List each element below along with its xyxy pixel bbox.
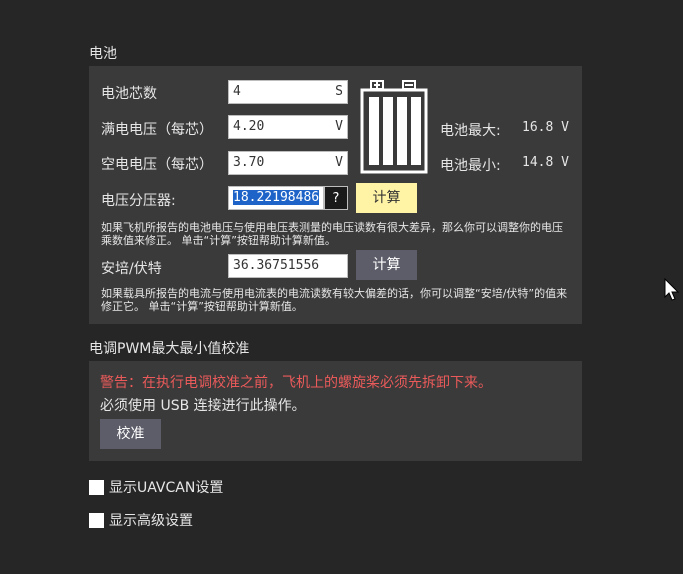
amps-note: 如果载具所报告的电流与使用电流表的电流读数有较大偏差的话，你可以调整“安培/伏特…	[101, 287, 568, 313]
calibrate-button[interactable]: 校准	[100, 419, 161, 449]
mouse-cursor-icon	[664, 277, 680, 302]
cells-unit: S	[335, 84, 343, 99]
battery-icon	[359, 78, 429, 178]
divider-note: 如果飞机所报告的电池电压与使用电压表测量的电压读数有很大差异，那么你可以调整你的…	[101, 221, 563, 247]
cells-label: 电池芯数	[101, 86, 157, 102]
battery-section-title: 电池	[89, 46, 117, 62]
advanced-label: 显示高级设置	[109, 513, 193, 529]
esc-warning: 警告：在执行电调校准之前，飞机上的螺旋桨必须先拆卸下来。	[100, 375, 492, 391]
battery-max-label: 电池最大:	[440, 123, 501, 139]
amps-label: 安培/伏特	[101, 261, 162, 277]
esc-usb-note: 必须使用 USB 连接进行此操作。	[100, 398, 306, 414]
empty-voltage-field[interactable]: 3.70 V	[228, 151, 348, 175]
divider-help-button[interactable]: ?	[324, 186, 348, 210]
empty-voltage-unit: V	[335, 155, 343, 170]
divider-value: 18.22198486	[233, 190, 320, 205]
full-voltage-value: 4.20	[233, 119, 265, 134]
full-voltage-label: 满电电压（每芯）	[101, 122, 213, 138]
esc-panel: 警告：在执行电调校准之前，飞机上的螺旋桨必须先拆卸下来。 必须使用 USB 连接…	[89, 361, 582, 461]
advanced-option[interactable]: 显示高级设置	[89, 510, 193, 530]
full-voltage-field[interactable]: 4.20 V	[228, 115, 348, 139]
divider-label: 电压分压器:	[101, 193, 176, 209]
battery-min-label: 电池最小:	[440, 158, 501, 174]
divider-calc-button[interactable]: 计算	[356, 183, 417, 213]
amps-field[interactable]: 36.36751556	[228, 254, 348, 278]
amps-value: 36.36751556	[233, 258, 320, 273]
battery-min-value: 14.8 V	[522, 155, 569, 170]
cells-field[interactable]: 4 S	[228, 80, 348, 104]
uavcan-option[interactable]: 显示UAVCAN设置	[89, 477, 223, 497]
battery-panel: 电池芯数 4 S 满电电压（每芯） 4.20 V 空电电压（每芯） 3.70 V…	[89, 66, 582, 324]
battery-max-value: 16.8 V	[522, 120, 569, 135]
uavcan-label: 显示UAVCAN设置	[109, 480, 224, 496]
full-voltage-unit: V	[335, 119, 343, 134]
divider-field[interactable]: 18.22198486	[228, 186, 324, 210]
cells-value: 4	[233, 84, 241, 99]
esc-section-title: 电调PWM最大最小值校准	[89, 341, 250, 357]
empty-voltage-label: 空电电压（每芯）	[101, 157, 213, 173]
uavcan-checkbox[interactable]	[89, 479, 104, 495]
advanced-checkbox[interactable]	[89, 512, 104, 528]
amps-calc-button[interactable]: 计算	[356, 250, 417, 280]
empty-voltage-value: 3.70	[233, 155, 265, 170]
